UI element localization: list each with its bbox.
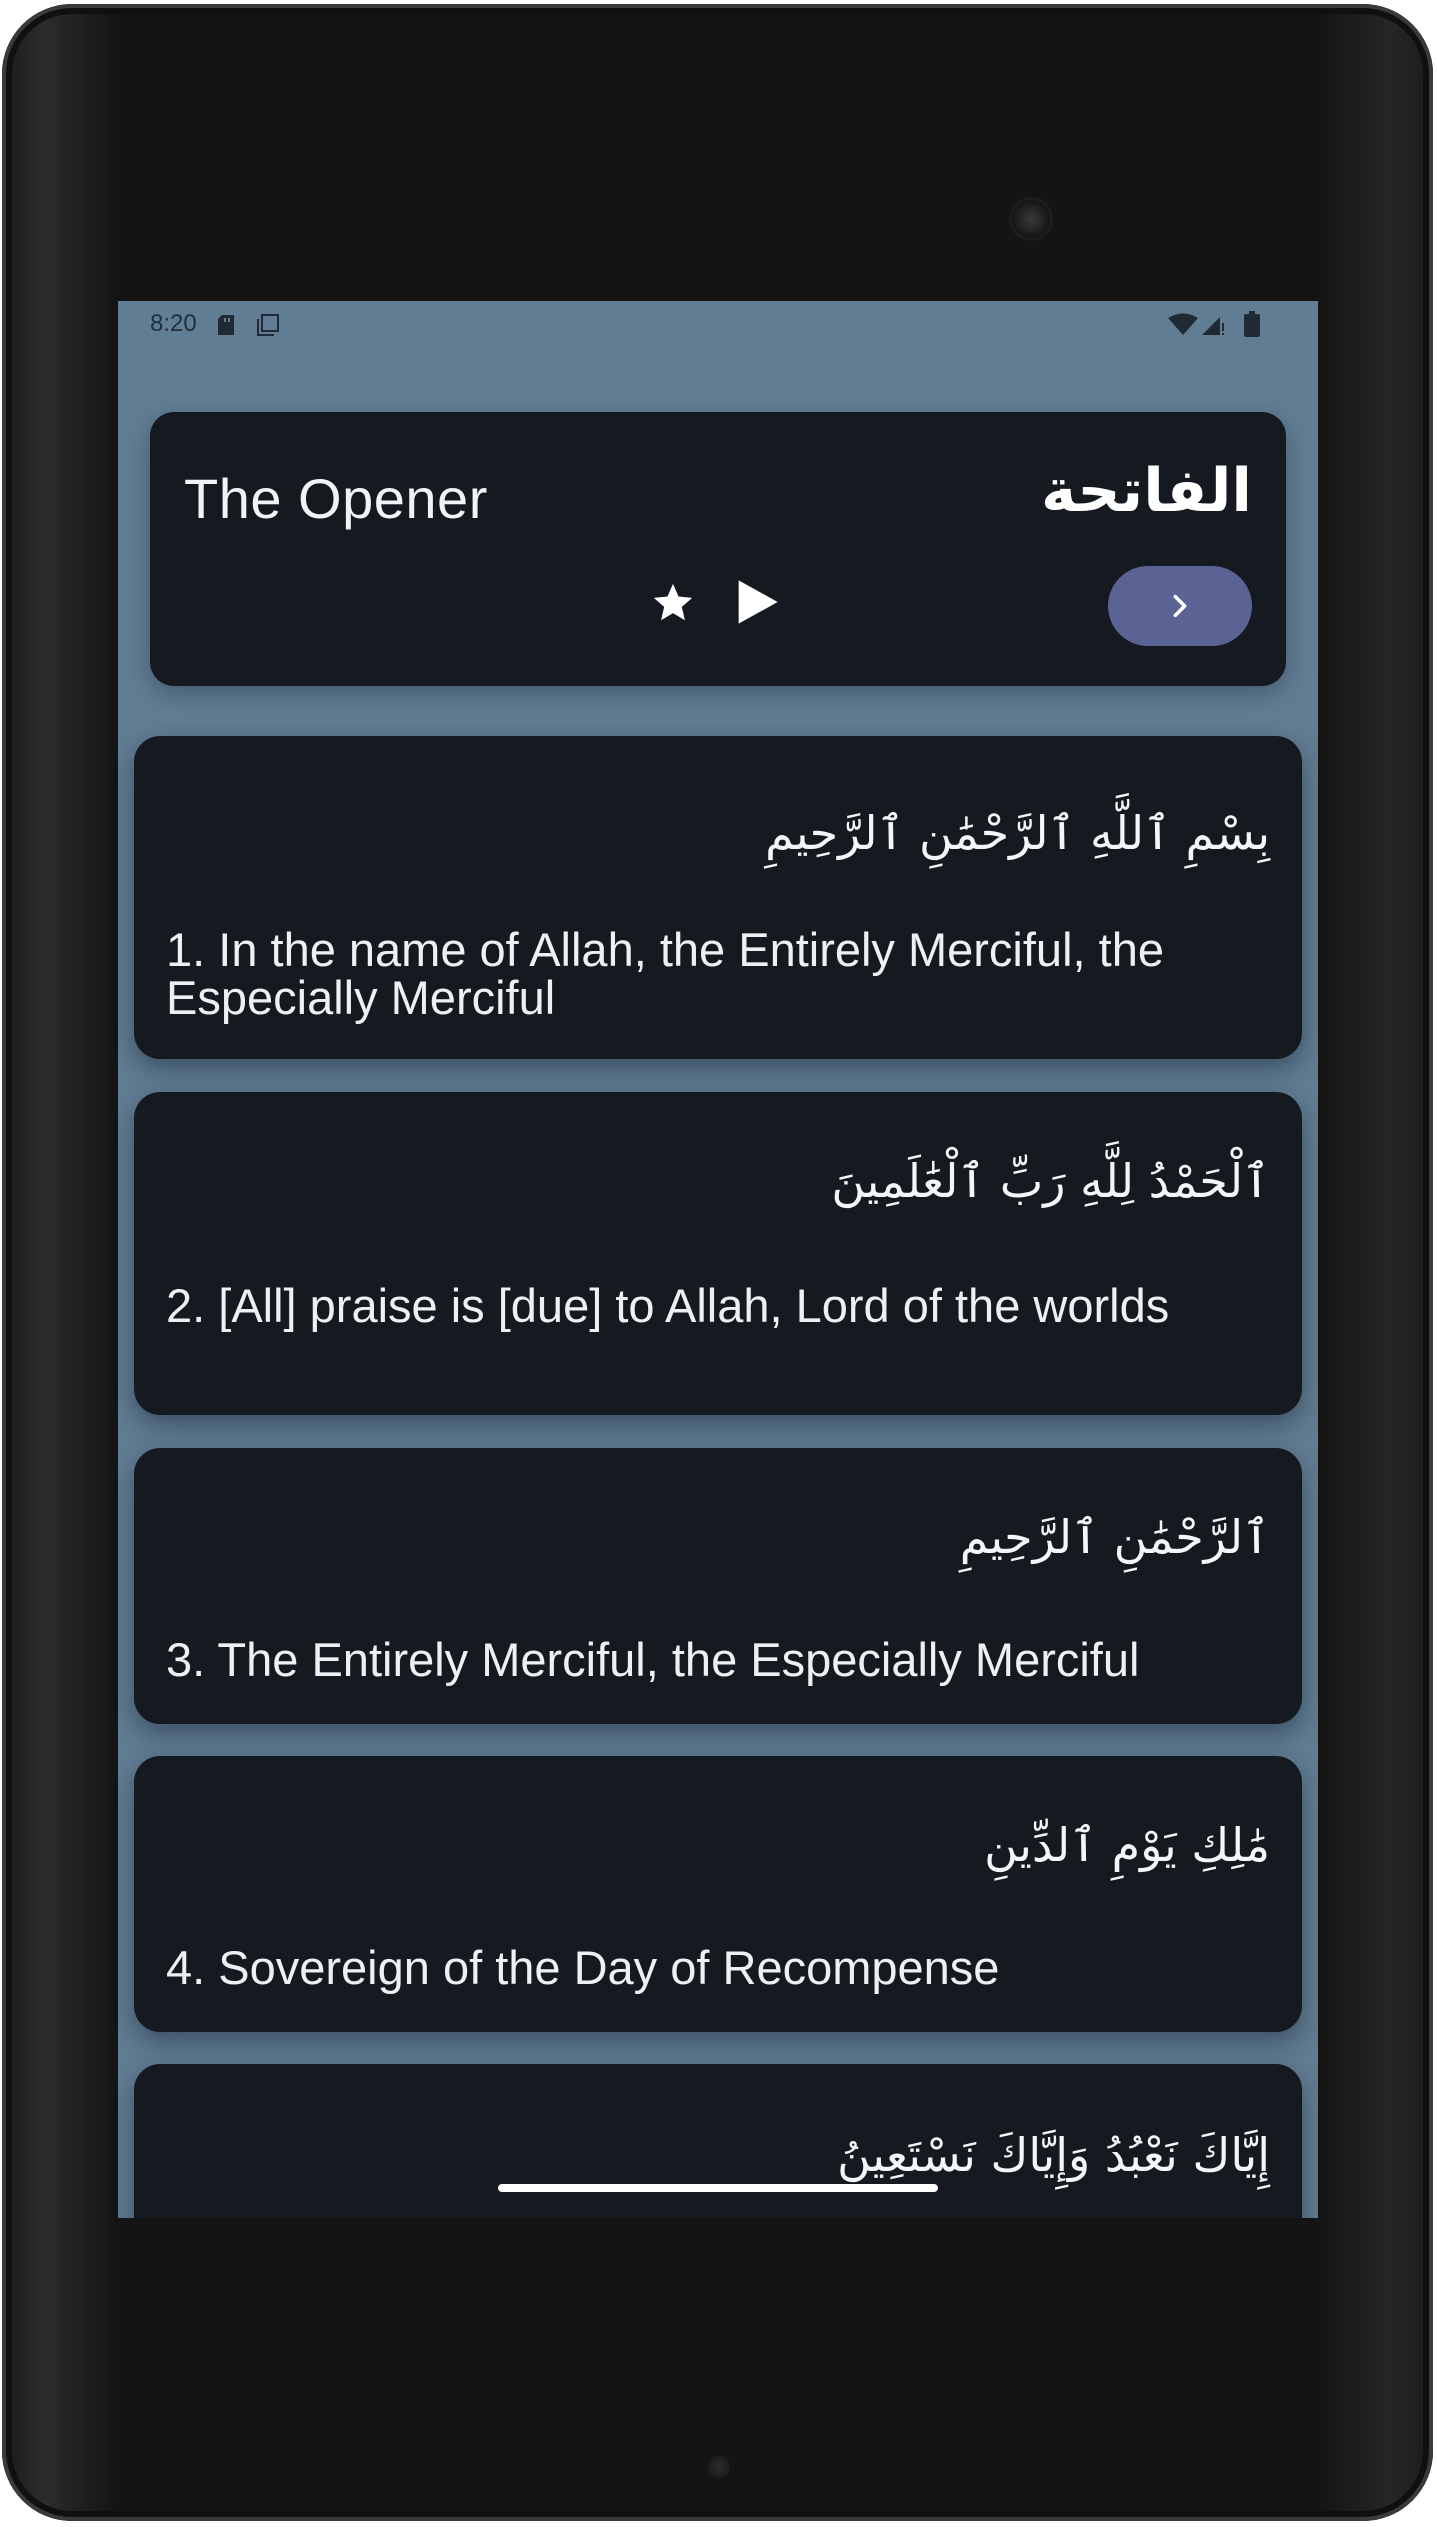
status-bar: 8:20	[118, 301, 1318, 349]
ayah-card-2[interactable]: ٱلْحَمْدُ لِلَّهِ رَبِّ ٱلْعَٰلَمِينَ 2.…	[134, 1092, 1302, 1415]
chevron-right-icon	[1173, 594, 1187, 618]
ayah-translation-text: 4. Sovereign of the Day of Recompense	[166, 1941, 1000, 1994]
ayah-arabic-text: ٱلْحَمْدُ لِلَّهِ رَبِّ ٱلْعَٰلَمِينَ	[831, 1154, 1270, 1208]
ayah-translation-text: 2. [All] praise is [due] to Allah, Lord …	[166, 1279, 1170, 1332]
ayah-arabic-text: ٱلرَّحْمَٰنِ ٱلرَّحِيمِ	[959, 1510, 1270, 1564]
ayah-arabic-text: مَٰلِكِ يَوْمِ ٱلدِّينِ	[984, 1818, 1270, 1872]
star-icon[interactable]	[650, 580, 696, 626]
ayah-card-3[interactable]: ٱلرَّحْمَٰنِ ٱلرَّحِيمِ 3. The Entirely …	[134, 1448, 1302, 1724]
app-screen: 8:20 The Opener الفاتحة بِسْمِ ٱللَّهِ ٱ…	[118, 301, 1318, 2218]
copy-icon	[257, 314, 279, 336]
signal-icon	[1202, 317, 1224, 335]
sd-card-icon	[218, 315, 234, 335]
play-icon[interactable]	[730, 576, 782, 628]
ayah-card-5[interactable]: إِيَّاكَ نَعْبُدُ وَإِيَّاكَ نَسْتَعِينُ	[134, 2064, 1302, 2218]
wifi-icon	[1168, 313, 1198, 335]
gesture-nav-handle[interactable]	[498, 2184, 938, 2192]
battery-icon	[1244, 311, 1260, 337]
ayah-translation-text: 1. In the name of Allah, the Entirely Me…	[166, 923, 1164, 1024]
surah-title-arabic: الفاتحة	[1041, 456, 1252, 526]
next-surah-button[interactable]	[1108, 566, 1252, 646]
ayah-card-4[interactable]: مَٰلِكِ يَوْمِ ٱلدِّينِ 4. Sovereign of …	[134, 1756, 1302, 2032]
surah-title-english: The Opener	[184, 467, 488, 530]
ayah-arabic-text: بِسْمِ ٱللَّهِ ٱلرَّحْمَٰنِ ٱلرَّحِيمِ	[765, 806, 1270, 860]
ayah-arabic-text: إِيَّاكَ نَعْبُدُ وَإِيَّاكَ نَسْتَعِينُ	[837, 2128, 1270, 2182]
surah-header-card: The Opener الفاتحة	[150, 412, 1286, 686]
front-camera-icon	[1012, 200, 1050, 238]
ayah-card-1[interactable]: بِسْمِ ٱللَّهِ ٱلرَّحْمَٰنِ ٱلرَّحِيمِ 1…	[134, 736, 1302, 1059]
status-time: 8:20	[150, 310, 197, 337]
sensor-dot-icon	[708, 2456, 730, 2478]
ayah-translation-text: 3. The Entirely Merciful, the Especially…	[166, 1633, 1140, 1686]
